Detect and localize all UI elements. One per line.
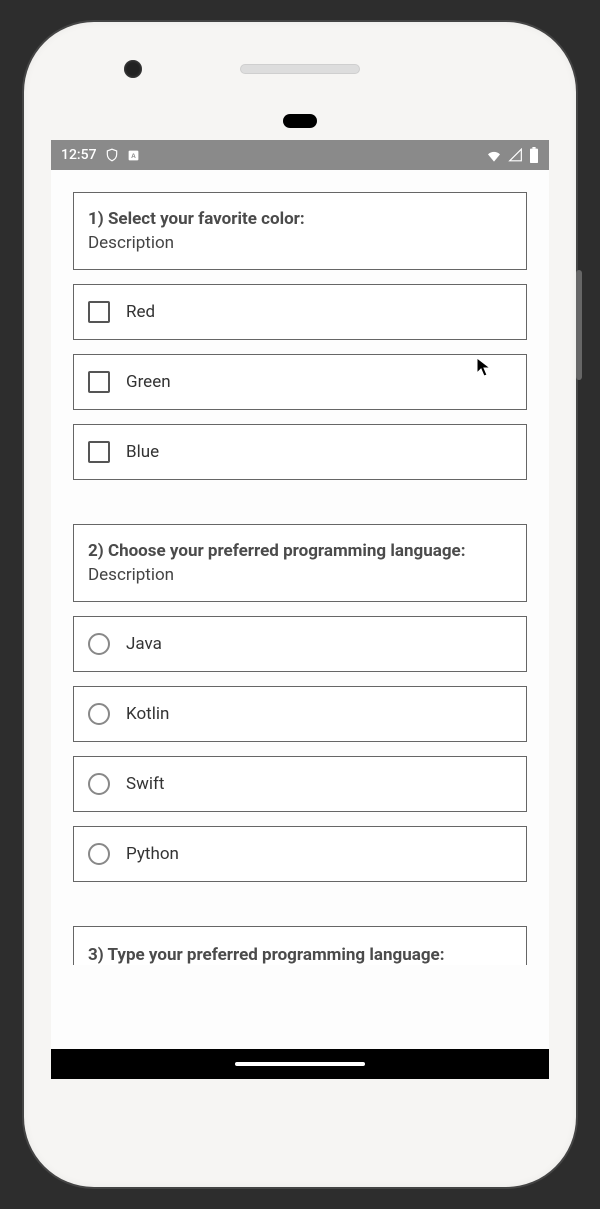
radio-icon — [88, 773, 110, 795]
question-title: 2) Choose your preferred programming lan… — [88, 541, 512, 561]
checkbox-icon — [88, 371, 110, 393]
status-time: 12:57 — [61, 147, 97, 163]
radio-option-swift[interactable]: Swift — [73, 756, 527, 812]
screen: 12:57 A — [51, 140, 549, 1060]
speaker-slot — [240, 64, 360, 74]
radio-icon — [88, 633, 110, 655]
wifi-icon — [486, 148, 502, 162]
checkbox-icon — [88, 301, 110, 323]
battery-icon — [529, 147, 539, 163]
option-label: Swift — [126, 774, 164, 794]
option-label: Python — [126, 844, 179, 864]
question-description: Description — [88, 565, 512, 585]
svg-text:A: A — [131, 153, 136, 160]
option-label: Green — [126, 372, 171, 392]
question-card-2: 2) Choose your preferred programming lan… — [73, 524, 527, 602]
question-title: 1) Select your favorite color: — [88, 209, 512, 229]
checkbox-option-red[interactable]: Red — [73, 284, 527, 340]
notch-cutout — [283, 114, 317, 128]
phone-frame: 12:57 A — [24, 22, 576, 1187]
keyboard-lang-icon: A — [127, 149, 140, 162]
android-nav-bar[interactable] — [51, 1049, 549, 1079]
front-camera — [124, 60, 142, 78]
gesture-pill[interactable] — [235, 1062, 365, 1066]
option-label: Blue — [126, 442, 159, 462]
status-bar: 12:57 A — [51, 140, 549, 170]
question-description: Description — [88, 233, 512, 253]
checkbox-option-blue[interactable]: Blue — [73, 424, 527, 480]
survey-content[interactable]: 1) Select your favorite color: Descripti… — [51, 170, 549, 1060]
shield-icon — [105, 148, 119, 162]
checkbox-icon — [88, 441, 110, 463]
question-title: 3) Type your preferred programming langu… — [88, 945, 512, 965]
signal-icon — [508, 148, 523, 162]
radio-icon — [88, 703, 110, 725]
radio-option-python[interactable]: Python — [73, 826, 527, 882]
question-card-1: 1) Select your favorite color: Descripti… — [73, 192, 527, 270]
radio-icon — [88, 843, 110, 865]
radio-option-kotlin[interactable]: Kotlin — [73, 686, 527, 742]
radio-option-java[interactable]: Java — [73, 616, 527, 672]
power-button — [576, 270, 582, 380]
option-label: Java — [126, 634, 162, 654]
question-card-3: 3) Type your preferred programming langu… — [73, 926, 527, 965]
option-label: Red — [126, 302, 155, 322]
checkbox-option-green[interactable]: Green — [73, 354, 527, 410]
option-label: Kotlin — [126, 704, 169, 724]
